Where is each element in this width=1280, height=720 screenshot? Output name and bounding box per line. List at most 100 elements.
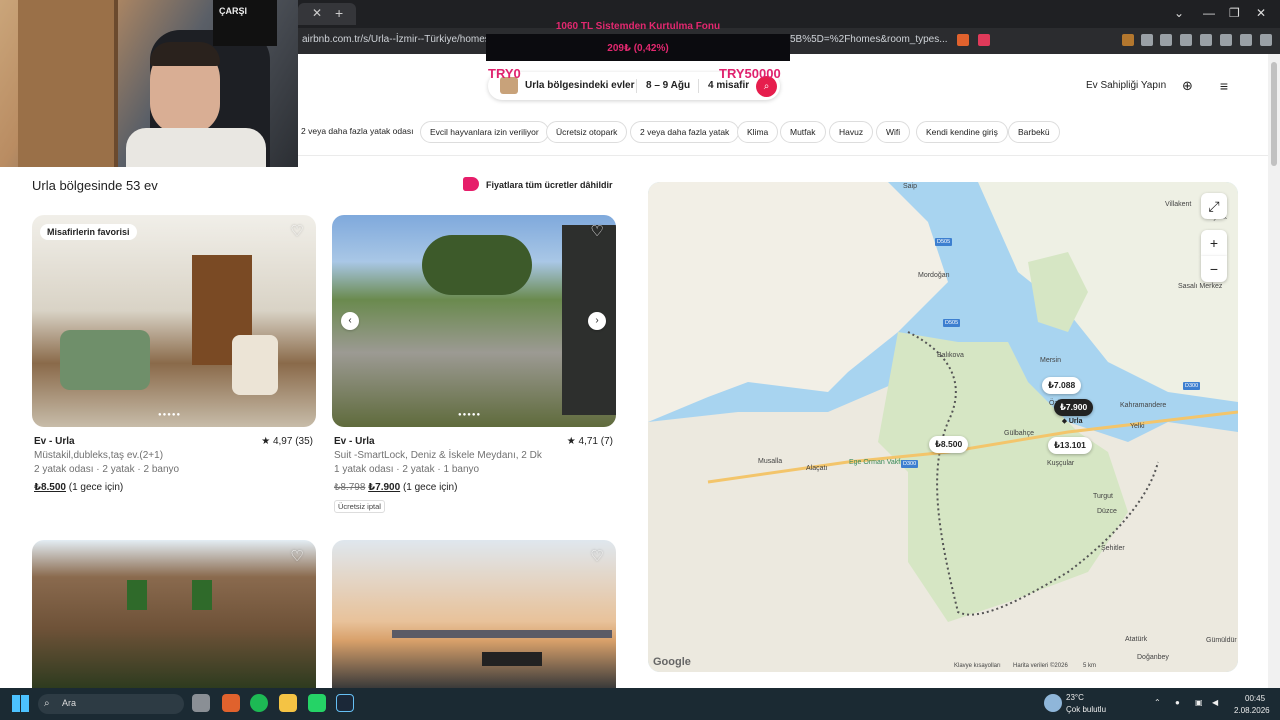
url-text[interactable]: airbnb.com.tr/s/Urla--İzmir--Türkiye/hom… <box>302 34 495 45</box>
divider <box>298 155 1268 156</box>
chevron-up-icon[interactable]: ⌃ <box>1154 698 1161 707</box>
weather-icon[interactable] <box>1044 694 1062 712</box>
map-price-pin[interactable]: ₺13.101 <box>1048 437 1092 454</box>
map-shortcuts-link[interactable]: Klavye kısayolları <box>954 663 1001 669</box>
price-amount: ₺7.900 <box>368 482 401 493</box>
windows-start-icon[interactable] <box>12 695 29 712</box>
puzzle-icon[interactable] <box>1141 34 1153 46</box>
map-canvas <box>648 182 1238 672</box>
whatsapp-icon[interactable] <box>308 694 326 712</box>
brave-icon[interactable] <box>957 34 969 46</box>
zoom-in-button[interactable]: + <box>1201 230 1227 256</box>
search-icon: ⌕ <box>44 698 50 709</box>
task-view-icon[interactable] <box>192 694 210 712</box>
map[interactable] <box>648 182 1238 672</box>
clock-date[interactable]: 2.08.2026 <box>1234 706 1270 715</box>
listing-rating: ★ 4,97 (35) <box>261 436 313 447</box>
map-label: Düzce <box>1097 508 1117 515</box>
brave-taskbar-icon[interactable] <box>222 694 240 712</box>
map-pin-label: ⬥ Urla <box>1062 418 1082 426</box>
prev-photo-button[interactable]: ‹ <box>341 312 359 330</box>
heart-icon[interactable]: ♡ <box>589 549 605 565</box>
filter-chip[interactable]: Klima <box>737 121 779 143</box>
listing-details: 1 yatak odası · 2 yatak · 1 banyo <box>334 464 480 475</box>
map-label: Gümüldür <box>1206 637 1237 644</box>
map-price-pin[interactable]: ₺8.500 <box>929 436 969 453</box>
filter-chip[interactable]: Wifi <box>876 121 911 143</box>
wallet-icon[interactable] <box>1180 34 1192 46</box>
listing-title[interactable]: Ev - Urla <box>34 436 75 447</box>
google-logo: Google <box>653 656 691 668</box>
volume-icon[interactable]: ◀ <box>1212 698 1218 707</box>
zoom-out-button[interactable]: − <box>1201 256 1227 282</box>
extension-icon[interactable] <box>1122 34 1134 46</box>
next-photo-button[interactable]: › <box>588 312 606 330</box>
filter-chip[interactable]: Evcil hayvanlara izin veriliyor <box>420 121 549 143</box>
listing-photo[interactable] <box>332 215 616 427</box>
filter-chip[interactable]: Barbekü <box>1008 121 1060 143</box>
url-text-tail[interactable]: 5B%5D=%2Fhomes&room_types... <box>790 34 948 45</box>
listing-price[interactable]: ₺8.798 ₺7.900 (1 gece için) <box>334 482 457 493</box>
listing-title[interactable]: Ev - Urla <box>334 436 375 447</box>
sidebar-icon[interactable] <box>1160 34 1172 46</box>
heart-icon[interactable]: ♡ <box>289 224 305 240</box>
map-price-pin-selected[interactable]: ₺7.900 <box>1054 399 1094 416</box>
leo-icon[interactable] <box>1200 34 1212 46</box>
listing-photo[interactable] <box>332 540 616 688</box>
globe-icon[interactable]: ⊕ <box>1182 78 1193 94</box>
shield-icon[interactable] <box>1220 34 1232 46</box>
search-location[interactable]: Urla bölgesindeki evler <box>525 80 635 91</box>
results-title: Urla bölgesinde 53 ev <box>32 178 158 193</box>
file-explorer-icon[interactable] <box>279 694 297 712</box>
clock-time[interactable]: 00:45 <box>1245 694 1265 703</box>
map-label: Doğanbey <box>1137 654 1169 661</box>
listing-subtitle: Suit -SmartLock, Deniz & İskele Meydanı,… <box>334 450 542 461</box>
map-price-pin[interactable]: ₺7.088 <box>1042 377 1082 394</box>
taskbar-search[interactable]: Ara <box>38 694 184 714</box>
donation-max: TRY50000 <box>719 66 781 81</box>
vpn-icon[interactable] <box>1240 34 1252 46</box>
minus-icon: − <box>1209 261 1219 277</box>
heart-icon[interactable]: ♡ <box>289 549 305 565</box>
minimize-button[interactable]: — <box>1203 6 1215 20</box>
steam-icon[interactable] <box>336 694 354 712</box>
rewards-icon[interactable] <box>978 34 990 46</box>
donation-title: 1060 TL Sistemden Kurtulma Fonu <box>555 21 721 32</box>
plus-icon: + <box>1209 235 1219 251</box>
listing-price[interactable]: ₺8.500 (1 gece için) <box>34 482 123 493</box>
network-icon[interactable]: ▣ <box>1195 698 1203 707</box>
listing-photo[interactable] <box>32 540 316 688</box>
expand-map-button[interactable]: ⤢ <box>1201 193 1227 219</box>
filter-chip[interactable]: Havuz <box>829 121 874 143</box>
search-guests[interactable]: 4 misafir <box>708 80 749 91</box>
heart-icon[interactable]: ♡ <box>589 224 605 240</box>
photo-dots: ●●●●● <box>458 412 482 418</box>
price-note: Fiyatlara tüm ücretler dâhildir <box>486 180 613 190</box>
maximize-button[interactable]: ❐ <box>1229 6 1240 20</box>
browser-menu-icon[interactable] <box>1260 34 1272 46</box>
host-link[interactable]: Ev Sahipliği Yapın <box>1086 80 1166 91</box>
map-data-credit[interactable]: Harita verileri ©2026 <box>1013 663 1068 669</box>
browser-tab[interactable]: ✕ <box>298 3 356 25</box>
new-tab-button[interactable]: + <box>335 5 343 21</box>
map-label: Yelki <box>1130 423 1145 430</box>
photo-dots: ●●●●● <box>158 412 182 418</box>
old-price: ₺8.798 <box>334 482 366 493</box>
filter-chip[interactable]: Kendi kendine giriş <box>916 121 1008 143</box>
scrollbar-thumb[interactable] <box>1271 62 1277 166</box>
filter-chip[interactable]: Mutfak <box>780 121 826 143</box>
microphone-icon[interactable]: ● <box>1175 698 1180 707</box>
tab-list-icon[interactable]: ⌄ <box>1174 6 1184 20</box>
map-label: Ege Orman Vakfı <box>849 459 903 466</box>
listing-photo[interactable] <box>32 215 316 427</box>
search-dates[interactable]: 8 – 9 Ağu <box>646 80 690 91</box>
filter-chip[interactable]: 2 veya daha fazla yatak odası <box>298 121 423 143</box>
menu-button[interactable]: ≡ <box>1210 72 1238 100</box>
spotify-icon[interactable] <box>250 694 268 712</box>
filter-chip[interactable]: Ücretsiz otopark <box>546 121 628 143</box>
weather-desc: Çok bulutlu <box>1066 705 1107 714</box>
close-icon[interactable]: ✕ <box>312 6 322 20</box>
close-window-button[interactable]: ✕ <box>1256 6 1266 20</box>
divider <box>636 79 637 93</box>
filter-chip[interactable]: 2 veya daha fazla yatak <box>630 121 740 143</box>
